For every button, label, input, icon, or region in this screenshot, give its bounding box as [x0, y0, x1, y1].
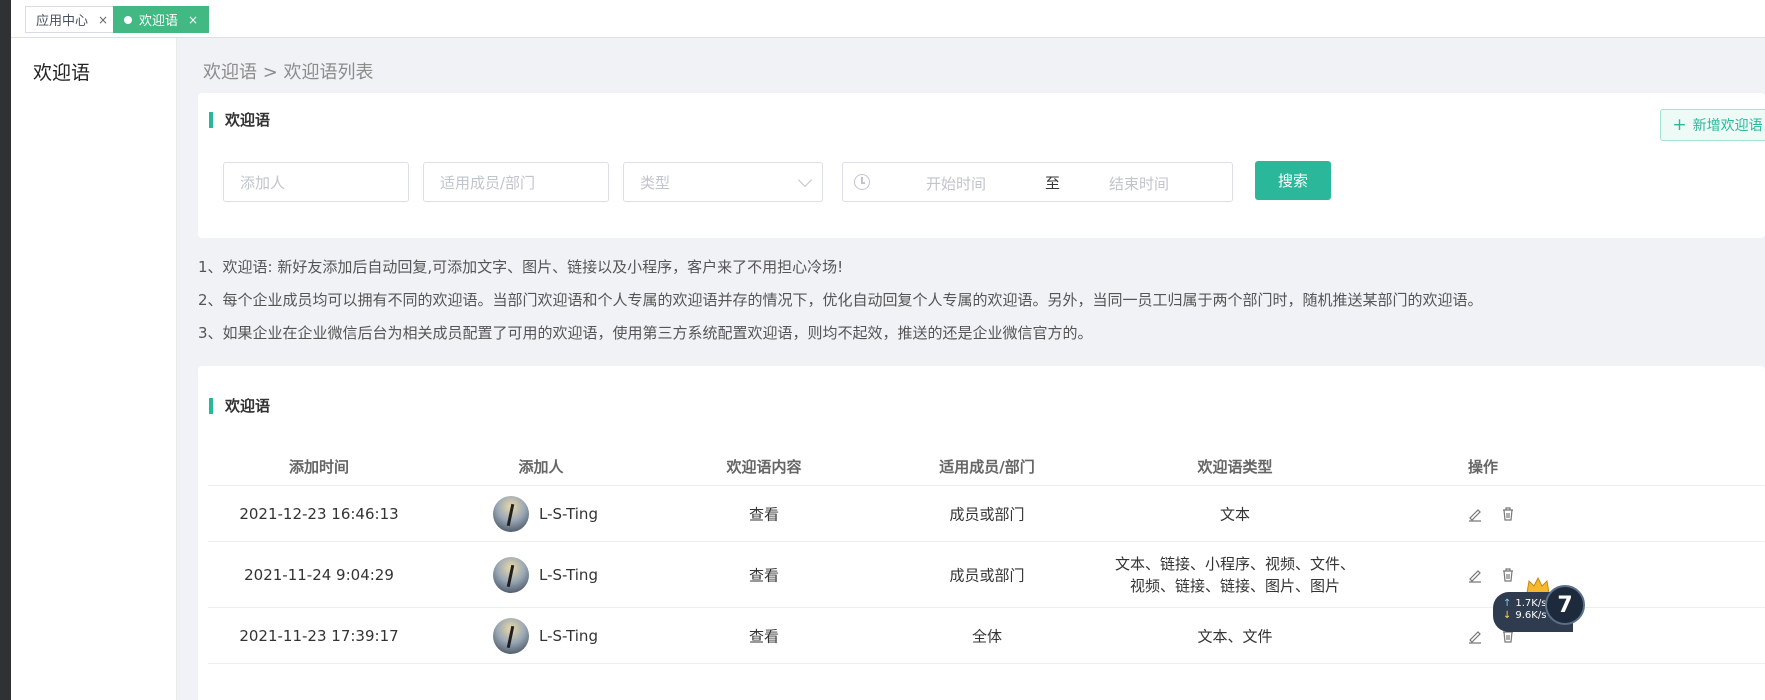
avatar: [493, 496, 529, 532]
active-dot-icon: [124, 15, 132, 24]
adder-input[interactable]: 添加人: [223, 162, 409, 202]
column-header: 欢迎语内容: [726, 458, 802, 476]
view-content-link[interactable]: 查看: [749, 565, 779, 586]
cell-adder: L-S-Ting: [539, 505, 598, 523]
column-header: 添加时间: [288, 458, 350, 476]
view-content-link[interactable]: 查看: [749, 626, 779, 647]
breadcrumb: 欢迎语 > 欢迎语列表: [203, 62, 374, 83]
cell-time: 2021-12-23 16:46:13: [239, 505, 399, 523]
column-header: 操作: [1467, 458, 1499, 476]
cell-scope: 成员或部门: [949, 566, 1025, 585]
column-header: 添加人: [518, 458, 564, 476]
avatar: [493, 618, 529, 654]
left-nav-strip: [0, 0, 11, 700]
filter-card: 欢迎语 + 新增欢迎语 添加人 适用成员/部门 类型 开始时间 至 结束时间 搜…: [198, 93, 1765, 238]
chevron-down-icon: [797, 172, 813, 188]
arrow-up-icon: ↑: [1503, 597, 1512, 609]
cell-time: 2021-11-23 17:39:17: [239, 627, 399, 645]
note-2: 2、每个企业成员均可以拥有不同的欢迎语。当部门欢迎语和个人专属的欢迎语并存的情况…: [198, 291, 1483, 309]
side-menu-title[interactable]: 欢迎语: [33, 58, 90, 85]
table-row: 2021-12-23 16:46:13 L-S-Ting 查看 成员或部门 文本: [208, 486, 1765, 542]
note-1: 1、欢迎语: 新好友添加后自动回复,可添加文字、图片、链接以及小程序，客户来了不…: [198, 258, 844, 276]
cell-type: 文本、链接、小程序、视频、文件、视频、链接、链接、图片、图片: [1114, 555, 1355, 595]
adder-placeholder: 添加人: [240, 173, 286, 192]
cell-scope: 成员或部门: [949, 505, 1025, 524]
tab-app-center[interactable]: 应用中心 ×: [25, 6, 120, 33]
tab-welcome[interactable]: 欢迎语 ×: [113, 6, 210, 33]
download-speed: 9.6K/s: [1515, 609, 1547, 621]
search-button[interactable]: 搜索: [1255, 161, 1331, 200]
cell-type: 文本: [1219, 505, 1251, 524]
cell-adder: L-S-Ting: [539, 566, 598, 584]
trash-icon[interactable]: [1500, 506, 1516, 522]
end-time-placeholder: 结束时间: [1109, 175, 1170, 193]
table-card: 欢迎语 添加时间 添加人 欢迎语内容 适用成员/部门 欢迎语类型 操作 2021…: [198, 366, 1765, 700]
close-icon[interactable]: ×: [98, 13, 108, 27]
clock-icon: [854, 174, 870, 190]
view-content-link[interactable]: 查看: [749, 504, 779, 525]
pencil-icon[interactable]: [1467, 628, 1483, 644]
start-time-placeholder: 开始时间: [926, 175, 987, 193]
filter-section-title: 欢迎语: [209, 112, 270, 128]
cell-adder: L-S-Ting: [539, 627, 598, 645]
arrow-down-icon: ↓: [1503, 609, 1512, 621]
tab-label: 欢迎语: [139, 14, 179, 29]
date-range-picker[interactable]: 开始时间 至 结束时间: [842, 162, 1233, 202]
note-3: 3、如果企业在企业微信后台为相关成员配置了可用的欢迎语，使用第三方系统配置欢迎语…: [198, 324, 1093, 342]
trash-icon[interactable]: [1500, 567, 1516, 583]
cell-scope: 全体: [971, 627, 1003, 646]
table-header: 添加时间 添加人 欢迎语内容 适用成员/部门 欢迎语类型 操作: [208, 446, 1765, 486]
table-section-title: 欢迎语: [209, 398, 270, 414]
side-menu: 欢迎语: [11, 38, 177, 700]
upload-speed: 1.7K/s: [1515, 597, 1547, 609]
type-placeholder: 类型: [640, 173, 671, 192]
add-welcome-label: 新增欢迎语: [1692, 118, 1763, 134]
column-header: 适用成员/部门: [939, 458, 1035, 476]
close-icon[interactable]: ×: [188, 13, 198, 27]
pencil-icon[interactable]: [1467, 506, 1483, 522]
tab-bar: 应用中心 × 欢迎语 ×: [11, 0, 1765, 38]
speed-ball[interactable]: 7: [1545, 585, 1585, 625]
member-department-input[interactable]: 适用成员/部门: [423, 162, 609, 202]
date-separator: 至: [1045, 174, 1061, 192]
plus-icon: +: [1672, 115, 1687, 135]
column-header: 欢迎语类型: [1197, 458, 1273, 476]
member-placeholder: 适用成员/部门: [440, 173, 536, 192]
add-welcome-button[interactable]: + 新增欢迎语: [1660, 109, 1765, 141]
cell-time: 2021-11-24 9:04:29: [244, 566, 394, 584]
cell-type: 文本、文件: [1197, 627, 1273, 646]
tab-label: 应用中心: [36, 14, 89, 29]
pencil-icon[interactable]: [1467, 567, 1483, 583]
avatar: [493, 557, 529, 593]
type-select[interactable]: 类型: [623, 162, 823, 202]
